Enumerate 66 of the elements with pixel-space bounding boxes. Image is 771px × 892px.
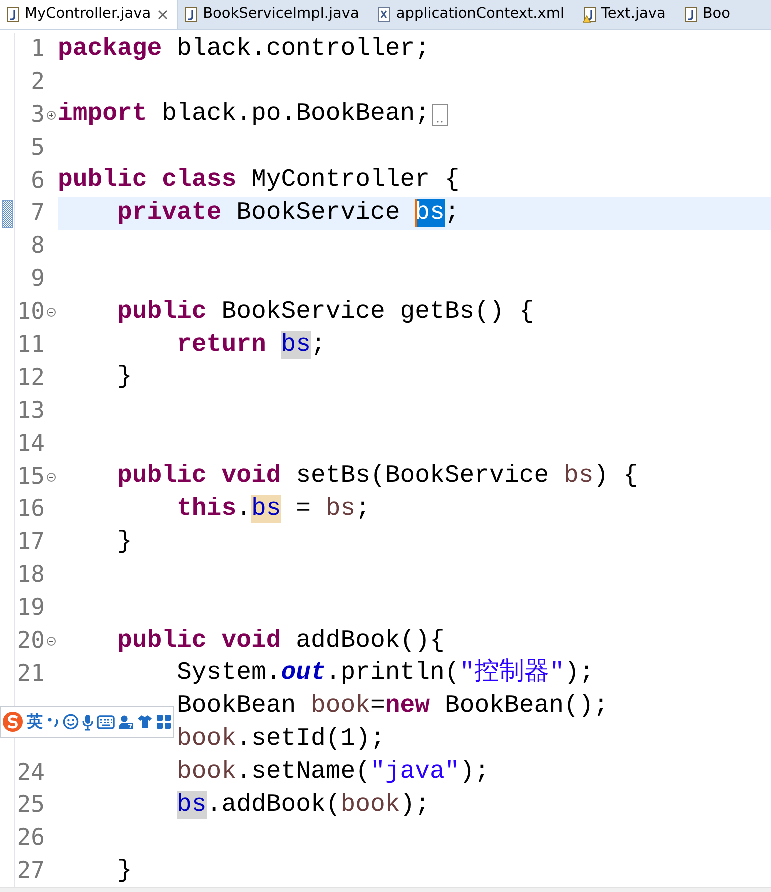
code-line: package black.controller; (58, 34, 430, 64)
code-line: public void setBs(BookService bs) { (118, 462, 638, 492)
logo-icon[interactable] (2, 711, 24, 733)
line-number: 12 (16, 366, 45, 390)
code-line: book.setId(1); (177, 725, 386, 756)
line-number: 6 (30, 170, 45, 192)
line-number: 20 (16, 630, 45, 653)
code-line: public BookService getBs() { (118, 298, 534, 328)
code-line: public class MyController { (58, 166, 460, 196)
line-number: 27 (16, 860, 45, 884)
line-number: 9 (30, 268, 45, 292)
java-file-warning-icon (582, 6, 597, 22)
line-number: 26 (16, 827, 45, 850)
input-mode-toggle[interactable]: 英 (27, 714, 43, 730)
line-number: 3 (30, 104, 45, 127)
expand-icon[interactable] (47, 110, 56, 120)
code-line: BookBean book=new BookBean(); (177, 692, 609, 722)
code-line: } (118, 528, 132, 558)
editor-tab[interactable]: BookServiceImpl.java (178, 0, 372, 29)
code-line: } (118, 363, 132, 394)
line-number: 25 (16, 794, 45, 818)
annotation-marker-icon (2, 200, 12, 228)
collapse-icon[interactable] (47, 472, 56, 482)
editor-tab[interactable]: Boo (678, 0, 743, 29)
xml-file-icon (377, 6, 392, 22)
folded-code-icon[interactable] (432, 104, 448, 126)
collapse-icon[interactable] (47, 636, 56, 646)
editor-tab[interactable]: Text.java (576, 0, 678, 29)
java-file-icon (6, 6, 20, 22)
code-line: bs.addBook(book); (177, 791, 430, 821)
code-line: private BookService bs; (118, 199, 460, 229)
code-line: public void addBook(){ (118, 626, 445, 656)
editor-tab[interactable]: applicationContext.xml (371, 0, 577, 29)
line-number: 5 (30, 136, 45, 160)
line-number: 24 (16, 762, 45, 785)
line-number: 7 (30, 202, 45, 226)
line-number: 11 (16, 334, 45, 357)
line-number: 19 (16, 597, 45, 620)
user-help-icon[interactable] (118, 714, 134, 730)
line-number: 1 (30, 38, 45, 61)
code-line: return bs; (177, 330, 326, 360)
grid-icon[interactable] (156, 714, 172, 730)
collapse-icon[interactable] (47, 308, 56, 318)
smiley-icon[interactable] (63, 714, 79, 730)
code-line: } (118, 856, 132, 887)
code-line: this.bs = bs; (177, 495, 371, 525)
line-number: 14 (16, 432, 45, 456)
line-number: 8 (30, 235, 45, 258)
code-line: import black.po.BookBean; (58, 100, 430, 130)
close-icon[interactable] (157, 8, 170, 20)
line-number: 13 (16, 400, 45, 423)
shirt-icon[interactable] (137, 714, 153, 730)
code-line: System.out.println("控制器"); (177, 659, 594, 690)
java-file-icon (184, 6, 198, 22)
line-number: 17 (16, 531, 45, 554)
line-number: 16 (16, 498, 45, 522)
line-number: 10 (16, 301, 45, 324)
horizontal-scrollbar[interactable] (0, 887, 771, 892)
line-number: 2 (30, 70, 45, 94)
keyboard-icon[interactable] (97, 714, 115, 730)
line-number: 21 (16, 662, 45, 686)
microphone-icon[interactable] (82, 714, 94, 730)
java-file-icon (684, 6, 698, 22)
line-number: 15 (16, 466, 45, 489)
line-number: 18 (16, 564, 45, 588)
code-line: book.setName("java"); (177, 758, 490, 788)
